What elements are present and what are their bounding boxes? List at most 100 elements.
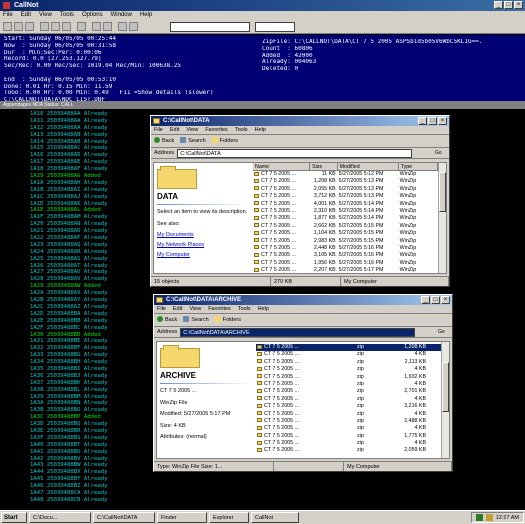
file-row[interactable]: CT 7 5 2005 ... zip 4 KB (256, 425, 441, 432)
go-button[interactable]: Go (438, 328, 452, 337)
menu-item[interactable]: File (157, 305, 166, 313)
vertical-scrollbar[interactable] (438, 163, 446, 273)
app-title-bar[interactable]: CallNot _ □ × (0, 0, 525, 11)
file-row[interactable]: CT 7 5 2005 ... zip 4 KB (256, 411, 441, 418)
menu-item[interactable]: File (154, 126, 163, 134)
link-my-computer[interactable]: My Computer (157, 252, 249, 258)
file-row[interactable]: CT 7 5 2005 ... 2,055 KB 5/27/2005 5:13 PM… (253, 186, 438, 193)
explorer-window-archive[interactable]: C:\CallNot\DATA\ARCHIVE _ □ × File Edit Vi… (153, 294, 453, 472)
menu-item[interactable]: Tools (238, 305, 251, 313)
file-row[interactable]: CT 7 5 2005 ... 1,104 KB 5/27/2005 5:15 PM… (253, 230, 438, 237)
menu-item[interactable]: Favorites (208, 305, 231, 313)
menu-item[interactable]: Edit (170, 126, 179, 134)
new-icon[interactable] (3, 22, 12, 31)
minimize-button[interactable]: _ (421, 296, 430, 304)
file-row[interactable]: CT 7 5 2005 ... zip 1,208 KB (256, 344, 441, 352)
window-title-bar[interactable]: C:\CallNot\DATA\ARCHIVE _ □ × (154, 295, 452, 305)
maximize-button[interactable]: □ (431, 296, 440, 304)
file-row[interactable]: CT 7 5 2005 ... zip 4 KB (256, 366, 441, 373)
vertical-scrollbar[interactable] (441, 342, 449, 458)
file-row[interactable]: CT 7 5 2005 ... 3,105 KB 5/27/2005 5:16 PM… (253, 252, 438, 259)
file-row[interactable]: CT 7 5 2005 ... zip 4 KB (256, 381, 441, 388)
toolbar-combo-2[interactable] (255, 22, 295, 32)
column-header[interactable]: Size (310, 163, 338, 170)
menu-item[interactable]: Help (258, 305, 269, 313)
app-menu-item[interactable]: Tools (60, 11, 74, 20)
file-row[interactable]: CT 7 5 2005 ... zip 2,059 KB (256, 447, 441, 454)
toolbar-button-search[interactable]: Search (183, 314, 209, 326)
help-icon[interactable] (129, 22, 138, 31)
address-input[interactable]: C:\CallNot\DATA (177, 148, 412, 158)
app-menu-item[interactable]: Window (111, 11, 132, 20)
file-row[interactable]: CT 7 5 2005 ... 2,448 KB 5/27/2005 5:16 PM… (253, 245, 438, 252)
file-row[interactable]: CT 7 5 2005 ... zip 1,932 KB (256, 374, 441, 381)
file-row[interactable]: CT 7 5 2005 ... zip 2,113 KB (256, 359, 441, 366)
print-icon[interactable] (77, 22, 86, 31)
link-network-places[interactable]: My Network Places (157, 242, 249, 248)
toolbar-button-search[interactable]: Search (180, 135, 206, 147)
taskbar-button[interactable]: Explorer (209, 512, 249, 523)
file-row[interactable]: CT 7 5 2005 ... 4,001 KB 5/27/2005 5:14 PM… (253, 201, 438, 208)
toolbar-combo[interactable] (170, 22, 250, 32)
maximize-button[interactable]: □ (504, 1, 513, 9)
link-my-documents[interactable]: My Documents (157, 232, 249, 238)
file-row[interactable]: CT 7 5 2005 ... zip 2,701 KB (256, 388, 441, 395)
file-row[interactable]: CT 7 5 2005 ... 2,207 KB 5/27/2005 5:17 PM… (253, 267, 438, 273)
paste-icon[interactable] (62, 22, 71, 31)
log-panel[interactable]: 1A10 25039488AA Already 1A11 25039488AA A… (0, 109, 150, 509)
go-button[interactable]: Go (435, 149, 449, 158)
app-menu-item[interactable]: File (3, 11, 13, 20)
toolbar-button-back[interactable]: Back (154, 135, 174, 147)
open-icon[interactable] (14, 22, 23, 31)
network-icon[interactable] (475, 514, 483, 521)
file-row[interactable]: CT 7 5 2005 ... 11 KB 5/27/2005 5:12 PM Win… (253, 171, 438, 178)
file-row[interactable]: CT 7 5 2005 ... zip 4 KB (256, 396, 441, 403)
file-row[interactable]: CT 7 5 2005 ... 1,877 KB 5/27/2005 5:14 PM… (253, 215, 438, 222)
app-menu-item[interactable]: Edit (21, 11, 31, 20)
menu-item[interactable]: Favorites (205, 126, 228, 134)
menu-item[interactable]: View (189, 305, 201, 313)
minimize-button[interactable]: _ (494, 1, 503, 9)
file-row[interactable]: CT 7 5 2005 ... zip 1,775 KB (256, 433, 441, 440)
volume-icon[interactable] (485, 514, 493, 521)
app-menu-item[interactable]: Options (82, 11, 103, 20)
file-row[interactable]: CT 7 5 2005 ... zip 3,216 KB (256, 403, 441, 410)
file-row[interactable]: CT 7 5 2005 ... 2,983 KB 5/27/2005 5:15 PM… (253, 238, 438, 245)
explorer-window-data[interactable]: C:\CallNot\DATA _ □ × File Edit View Favori… (150, 115, 450, 287)
app-menu-item[interactable]: Help (140, 11, 152, 20)
menu-item[interactable]: Help (255, 126, 266, 134)
toolbar-button-back[interactable]: Back (157, 314, 177, 326)
menu-item[interactable]: Tools (235, 126, 248, 134)
cut-icon[interactable] (40, 22, 49, 31)
file-row[interactable]: CT 7 5 2005 ... 3,712 KB 5/27/2005 5:13 PM… (253, 193, 438, 200)
file-row[interactable]: CT 7 5 2005 ... 1,956 KB 5/27/2005 5:16 PM… (253, 260, 438, 267)
address-input[interactable]: C:\CallNot\DATA\ARCHIVE (180, 327, 415, 337)
file-row[interactable]: CT 7 5 2005 ... zip 4 KB (256, 440, 441, 447)
close-button[interactable]: × (441, 296, 450, 304)
start-button[interactable]: Start (1, 512, 27, 523)
taskbar-button[interactable]: CallNot (251, 512, 299, 523)
column-header[interactable]: Type (399, 163, 438, 170)
toolbar-button-folders[interactable]: Folders (214, 314, 241, 326)
window-title-bar[interactable]: C:\CallNot\DATA _ □ × (151, 116, 449, 126)
toolbar-button-folders[interactable]: Folders (211, 135, 238, 147)
menu-item[interactable]: View (186, 126, 198, 134)
file-row[interactable]: CT 7 5 2005 ... 1,208 KB 5/27/2005 5:13 PM… (253, 178, 438, 185)
app-menu-item[interactable]: View (39, 11, 52, 20)
file-row[interactable]: CT 7 5 2005 ... 2,662 KB 5/27/2005 5:15 PM… (253, 223, 438, 230)
refresh-icon[interactable] (103, 22, 112, 31)
close-button[interactable]: × (438, 117, 447, 125)
menu-item[interactable]: Edit (173, 305, 182, 313)
close-button[interactable]: × (514, 1, 523, 9)
stop-icon[interactable] (118, 22, 127, 31)
file-row[interactable]: CT 7 5 2005 ... zip 2,488 KB (256, 418, 441, 425)
taskbar-button[interactable]: C:\Docu... (29, 512, 91, 523)
file-row[interactable]: CT 7 5 2005 ... zip 4 KB (256, 351, 441, 358)
find-icon[interactable] (92, 22, 101, 31)
maximize-button[interactable]: □ (428, 117, 437, 125)
minimize-button[interactable]: _ (418, 117, 427, 125)
file-row[interactable]: CT 7 5 2005 ... 2,310 KB 5/27/2005 5:14 PM… (253, 208, 438, 215)
column-header[interactable]: Modified (338, 163, 399, 170)
taskbar-button[interactable]: Finder (157, 512, 207, 523)
taskbar-button[interactable]: C:\CallNot\DATA (93, 512, 155, 523)
